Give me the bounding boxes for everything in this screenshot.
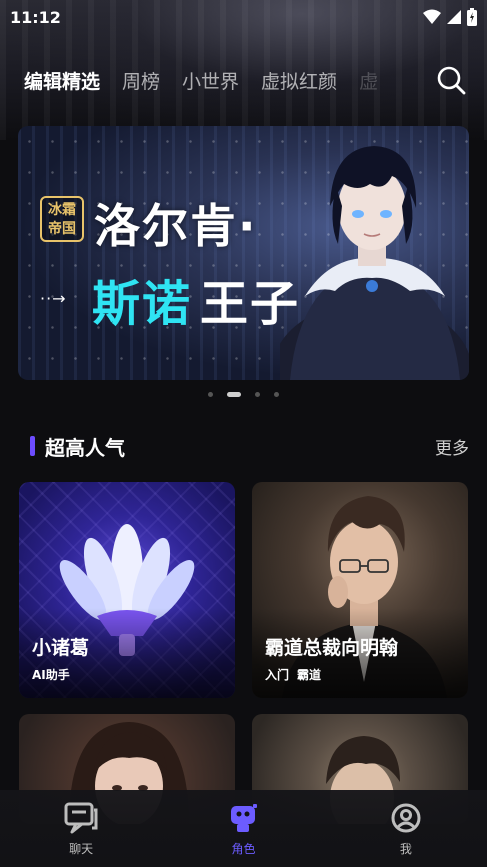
signal-icon [447, 10, 461, 24]
section-header: 超高人气 更多 [30, 432, 469, 460]
card-tags: AI助手 [32, 666, 70, 683]
status-time: 11:12 [10, 7, 61, 27]
tab-virtual-beauty[interactable]: 虚拟红颜 [261, 67, 337, 94]
carousel-dot [255, 392, 260, 397]
featured-banner[interactable]: 冰霜 帝国 洛尔肯· ··→ 斯诺 王子 [18, 126, 469, 380]
nav-me[interactable]: 我 [325, 790, 487, 867]
tab-overflow[interactable]: 虚 [359, 67, 378, 94]
profile-icon [391, 803, 421, 833]
nav-chat[interactable]: 聊天 [0, 790, 162, 867]
arrow-decoration: ··→ [40, 289, 67, 308]
carousel-dot [208, 392, 213, 397]
bottom-navigation: 聊天 角色 我 [0, 790, 487, 867]
card-tag: 入门 [265, 668, 290, 682]
character-card[interactable]: 霸道总裁向明翰 入门 霸道 [252, 482, 468, 698]
character-card[interactable]: 小诸葛 AI助手 [19, 482, 235, 698]
banner-title-line1: 洛尔肯· [94, 199, 258, 253]
prince-illustration [280, 146, 469, 380]
battery-icon [467, 8, 477, 26]
wifi-icon [423, 9, 441, 24]
search-icon[interactable] [435, 64, 467, 96]
nav-label: 我 [399, 842, 412, 856]
card-tags: 入门 霸道 [265, 666, 321, 683]
nav-characters[interactable]: 角色 [162, 790, 324, 867]
category-tabs: 编辑精选 周榜 小世界 虚拟红颜 虚 [0, 60, 487, 100]
empire-badge: 冰霜 帝国 [40, 196, 84, 242]
tab-weekly[interactable]: 周榜 [122, 67, 160, 94]
card-tag: AI助手 [32, 668, 70, 682]
card-title: 小诸葛 [32, 637, 90, 659]
chat-icon [64, 802, 98, 834]
banner-title-line2: 斯诺 王子 [92, 276, 301, 332]
tab-small-world[interactable]: 小世界 [182, 67, 239, 94]
robot-icon [231, 804, 258, 832]
nav-label: 角色 [231, 842, 256, 856]
nav-label: 聊天 [69, 842, 94, 856]
carousel-dot [274, 392, 279, 397]
section-accent-bar [30, 436, 35, 456]
status-bar: 11:12 [0, 0, 487, 34]
card-title: 霸道总裁向明翰 [265, 637, 399, 659]
section-title: 超高人气 [45, 435, 125, 460]
carousel-indicator [0, 392, 487, 397]
more-link[interactable]: 更多 [435, 434, 469, 459]
carousel-dot-active [227, 392, 241, 397]
status-icons [423, 8, 477, 26]
card-tag: 霸道 [297, 668, 322, 682]
tab-editors-picks[interactable]: 编辑精选 [24, 67, 100, 94]
